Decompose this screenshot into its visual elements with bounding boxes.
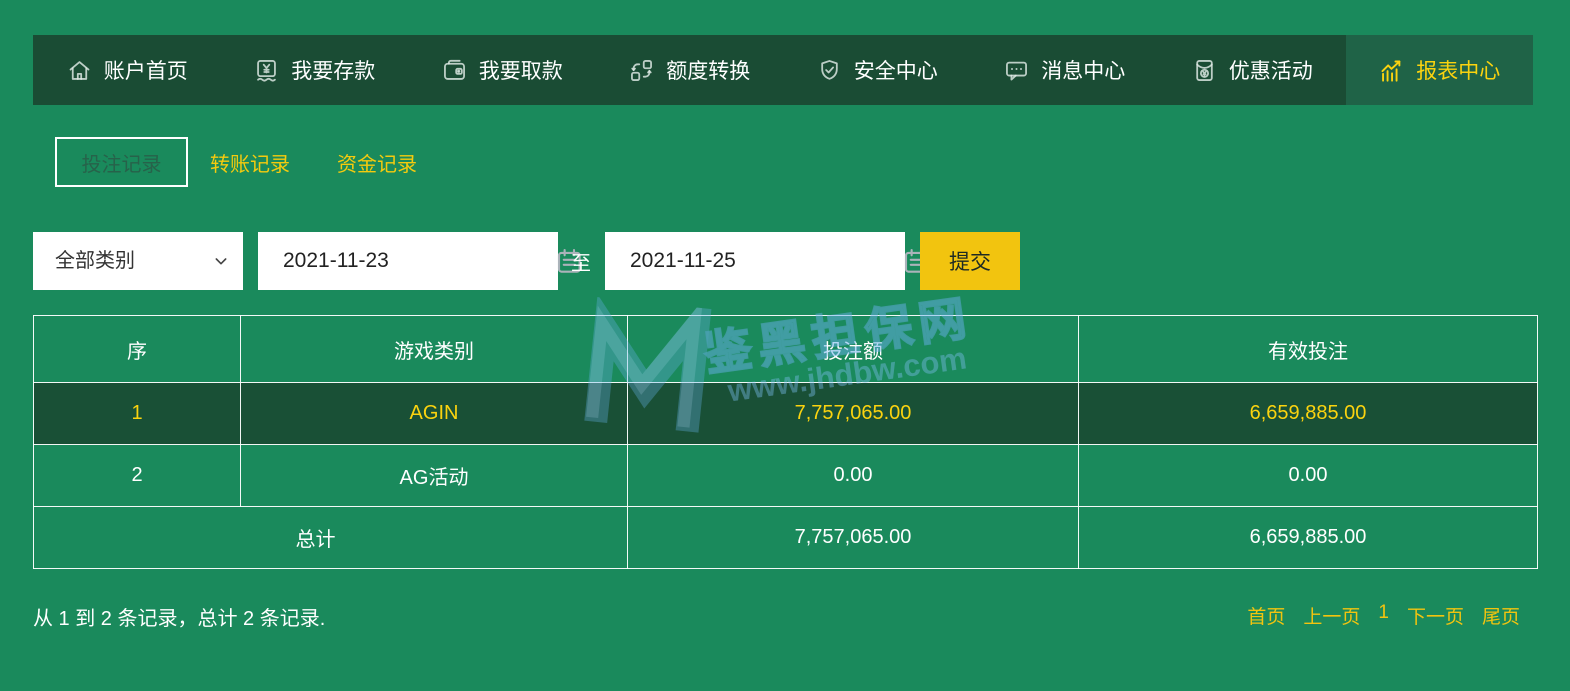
nav-item-message-center[interactable]: 消息中心 — [971, 35, 1159, 105]
table-row: 1 AGIN 7,757,065.00 6,659,885.00 — [33, 382, 1538, 445]
total-valid-bet: 6,659,885.00 — [1078, 506, 1538, 569]
nav-item-deposit[interactable]: 我要存款 — [221, 35, 409, 105]
date-to-input[interactable] — [605, 249, 901, 273]
nav-label: 额度转换 — [666, 60, 751, 83]
header-index: 序 — [33, 315, 241, 383]
report-center-page: 账户首页 我要存款 我要取款 额度转换 安全中心 消息中心 优惠活动 报表中心 … — [0, 0, 1570, 691]
total-bet-amount: 7,757,065.00 — [627, 506, 1079, 569]
date-to-field — [605, 232, 928, 290]
cell-index: 1 — [33, 382, 241, 445]
withdraw-wallet-icon — [441, 57, 468, 84]
report-chart-icon — [1378, 57, 1405, 84]
tab-fund-records[interactable]: 资金记录 — [337, 137, 417, 187]
promo-packet-icon — [1191, 57, 1218, 84]
nav-item-quota-transfer[interactable]: 额度转换 — [596, 35, 784, 105]
tab-label: 转账记录 — [210, 153, 290, 176]
cell-bet-amount: 0.00 — [627, 444, 1079, 507]
filter-bar: 全部类别 至 提交 — [0, 232, 1570, 290]
tab-label: 投注记录 — [81, 153, 162, 176]
tab-transfer-records[interactable]: 转账记录 — [210, 137, 290, 187]
tab-bet-records[interactable]: 投注记录 — [55, 137, 188, 187]
table-row: 2 AG活动 0.00 0.00 — [33, 444, 1538, 507]
nav-item-promotions[interactable]: 优惠活动 — [1158, 35, 1346, 105]
pagination-last[interactable]: 尾页 — [1482, 602, 1520, 629]
category-select[interactable]: 全部类别 — [33, 232, 243, 290]
transfer-swap-icon — [628, 57, 655, 84]
date-from-field — [258, 232, 581, 290]
nav-label: 我要存款 — [291, 60, 376, 83]
category-select-wrap: 全部类别 — [33, 232, 243, 290]
cell-index: 2 — [33, 444, 241, 507]
cell-game-name[interactable]: AGIN — [240, 382, 628, 445]
nav-item-security-center[interactable]: 安全中心 — [783, 35, 971, 105]
shield-check-icon — [816, 57, 843, 84]
main-nav: 账户首页 我要存款 我要取款 额度转换 安全中心 消息中心 优惠活动 报表中心 — [33, 35, 1533, 105]
header-valid-bet: 有效投注 — [1078, 315, 1538, 383]
header-bet-amount: 投注额 — [627, 315, 1079, 383]
nav-item-report-center[interactable]: 报表中心 — [1345, 35, 1533, 105]
nav-label: 安全中心 — [853, 60, 938, 83]
date-from-input[interactable] — [258, 249, 554, 273]
nav-label: 消息中心 — [1041, 60, 1126, 83]
message-bubble-icon — [1003, 57, 1030, 84]
submit-button[interactable]: 提交 — [920, 232, 1020, 290]
records-summary: 从 1 到 2 条记录，总计 2 条记录. — [33, 608, 326, 630]
pagination-first[interactable]: 首页 — [1247, 602, 1285, 629]
cell-valid-bet: 0.00 — [1078, 444, 1538, 507]
date-range-separator: 至 — [571, 252, 591, 275]
pagination-next[interactable]: 下一页 — [1407, 602, 1464, 629]
home-icon — [66, 57, 93, 84]
nav-label: 报表中心 — [1416, 60, 1501, 83]
pagination-page-1[interactable]: 1 — [1378, 602, 1389, 629]
table-header-row: 序 游戏类别 投注额 有效投注 — [33, 315, 1538, 383]
cell-game-name[interactable]: AG活动 — [240, 444, 628, 507]
table-total-row: 总计 7,757,065.00 6,659,885.00 — [33, 506, 1538, 569]
cell-bet-amount: 7,757,065.00 — [627, 382, 1079, 445]
deposit-icon — [253, 57, 280, 84]
bet-records-table: 序 游戏类别 投注额 有效投注 1 AGIN 7,757,065.00 6,65… — [33, 315, 1538, 569]
nav-label: 优惠活动 — [1228, 60, 1313, 83]
pagination: 首页 上一页 1 下一页 尾页 — [1247, 602, 1520, 629]
tab-label: 资金记录 — [337, 153, 417, 176]
pagination-prev[interactable]: 上一页 — [1303, 602, 1360, 629]
header-game-category: 游戏类别 — [240, 315, 628, 383]
nav-item-withdraw[interactable]: 我要取款 — [408, 35, 596, 105]
nav-item-account-home[interactable]: 账户首页 — [33, 35, 221, 105]
nav-label: 账户首页 — [103, 60, 188, 83]
total-label: 总计 — [33, 506, 628, 569]
cell-valid-bet: 6,659,885.00 — [1078, 382, 1538, 445]
nav-label: 我要取款 — [478, 60, 563, 83]
